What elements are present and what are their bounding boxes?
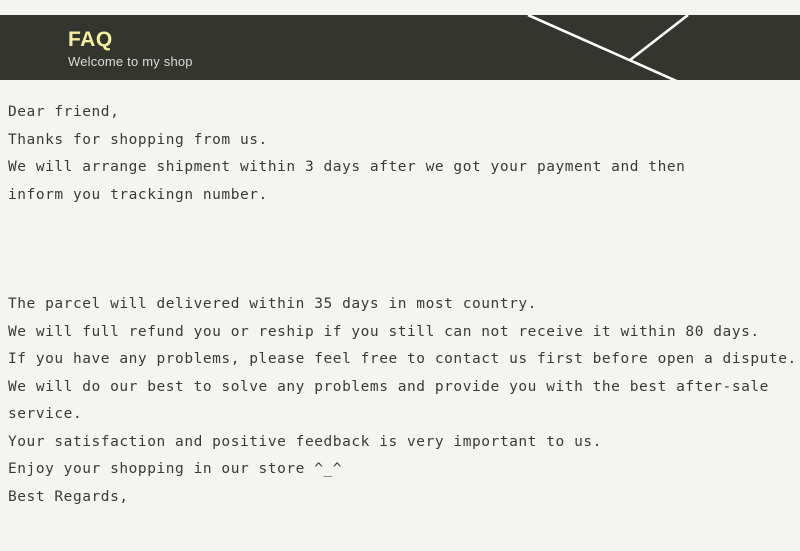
text-line: Thanks for shopping from us.	[8, 131, 268, 148]
text-line: Enjoy your shopping in our store ^_^	[8, 461, 343, 477]
paragraph-delivery-policy: The parcel will delivered within 35 days…	[8, 291, 797, 511]
text-line: If you have any problems, please feel fr…	[8, 351, 797, 367]
text-line: service.	[8, 406, 83, 422]
text-line: Your satisfaction and positive feedback …	[8, 433, 602, 450]
page-subtitle: Welcome to my shop	[68, 54, 193, 70]
text-line: Best Regards,	[8, 488, 129, 505]
page-title: FAQ	[68, 28, 113, 51]
text-line: We will do our best to solve any problem…	[8, 378, 769, 395]
faq-banner: FAQ Welcome to my shop	[0, 15, 800, 80]
text-line: We will full refund you or reship if you…	[8, 323, 760, 340]
text-line: Dear friend,	[8, 104, 120, 120]
text-line: The parcel will delivered within 35 days…	[8, 296, 537, 312]
paragraph-shipping-info: Dear friend, Thanks for shopping from us…	[8, 99, 792, 209]
text-line: We will arrange shipment within 3 days a…	[8, 159, 686, 175]
faq-content: Dear friend, Thanks for shopping from us…	[8, 99, 797, 511]
text-line: inform you trackingn number.	[8, 186, 268, 203]
banner-text-block: FAQ Welcome to my shop	[68, 28, 193, 70]
